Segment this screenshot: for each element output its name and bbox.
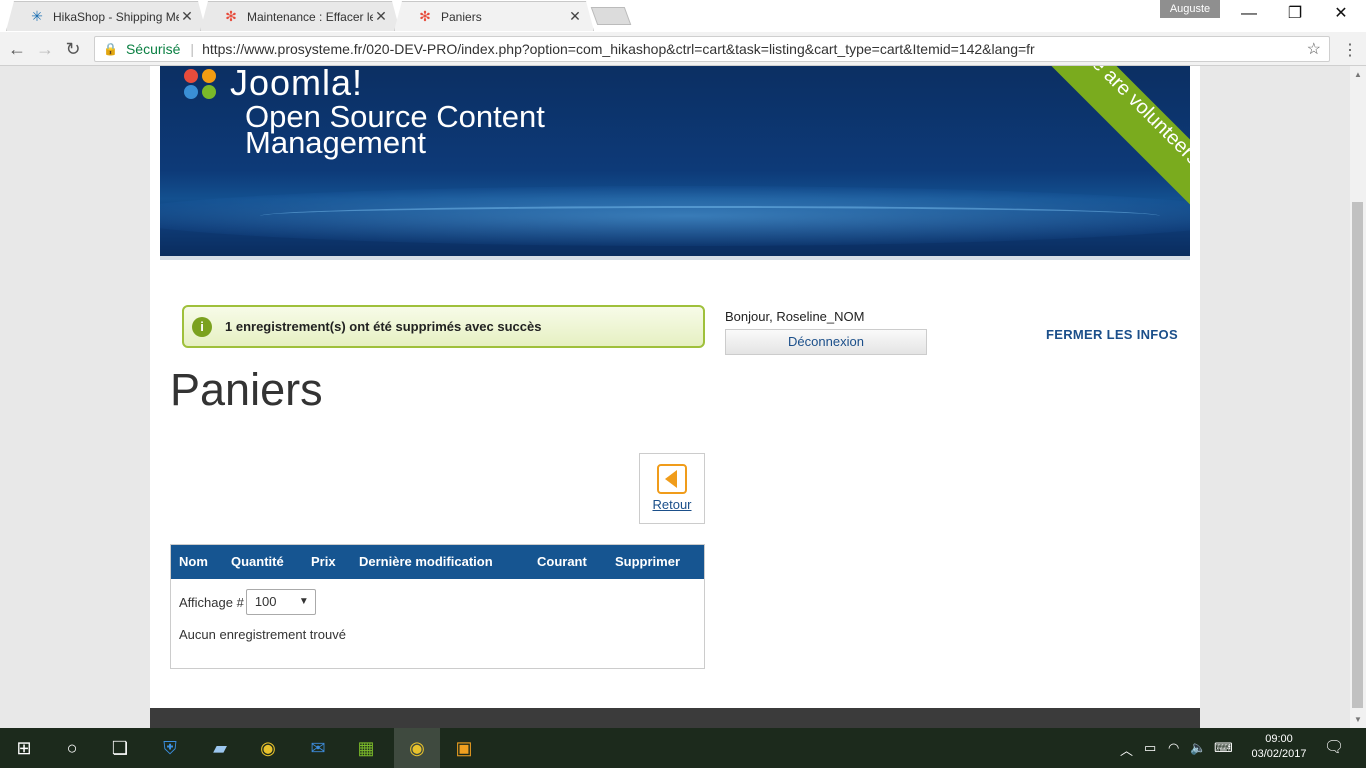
clock-date: 03/02/2017 — [1251, 748, 1307, 760]
outlook-icon[interactable]: ✉ — [306, 736, 330, 760]
tab-paniers[interactable]: ✻ Paniers ✕ — [394, 1, 594, 31]
site-tagline: Open Source Content Management — [245, 101, 545, 158]
close-tab-icon[interactable]: ✕ — [567, 8, 583, 25]
spreadsheet-icon[interactable]: ▦ — [354, 736, 378, 760]
task-view-icon[interactable]: ❏ — [108, 736, 132, 760]
back-button[interactable]: Retour — [639, 453, 705, 524]
display-label: Affichage # — [179, 594, 244, 610]
scroll-thumb[interactable] — [1352, 202, 1363, 708]
tab-maintenance[interactable]: ✻ Maintenance : Effacer le ✕ — [200, 1, 400, 31]
wifi-icon[interactable]: ◠ — [1168, 740, 1179, 756]
tab-hikashop[interactable]: ✳ HikaShop - Shipping Me ✕ — [6, 1, 206, 31]
chrome-icon[interactable]: ◉ — [256, 736, 280, 760]
volume-icon[interactable]: 🔈 — [1190, 740, 1206, 756]
computer-icon[interactable]: ▰ — [208, 736, 232, 760]
chrome-active-icon[interactable]: ◉ — [394, 728, 440, 768]
tab-title: Maintenance : Effacer le — [247, 9, 373, 24]
keyboard-icon[interactable]: ⌨ — [1214, 740, 1233, 756]
menu-icon[interactable]: ⋮ — [1342, 40, 1358, 60]
scroll-up-icon[interactable]: ▲ — [1354, 70, 1362, 79]
close-info-link[interactable]: FERMER LES INFOS — [1046, 327, 1178, 342]
close-window-icon[interactable]: ✕ — [1318, 4, 1364, 26]
address-bar[interactable]: 🔒 Sécurisé | https://www.prosysteme.fr/0… — [94, 36, 1330, 62]
dropdown-caret-icon: ▼ — [298, 596, 309, 607]
user-greeting: Bonjour, Roseline_NOM — [725, 309, 865, 324]
joomla-icon: ✻ — [419, 8, 431, 24]
page-scrollbar[interactable]: ▲ ▼ — [1350, 66, 1366, 728]
close-tab-icon[interactable]: ✕ — [179, 8, 195, 25]
secure-label: Sécurisé — [125, 41, 181, 57]
info-icon: i — [192, 316, 212, 337]
close-tab-icon[interactable]: ✕ — [373, 8, 389, 25]
bookmark-star-icon[interactable]: ☆ — [1307, 39, 1321, 59]
clock-time: 09:00 — [1265, 733, 1293, 745]
site-footer — [150, 708, 1200, 728]
profile-button[interactable]: Auguste — [1160, 0, 1220, 18]
banner-wave — [260, 206, 1160, 226]
search-icon[interactable]: ○ — [60, 736, 84, 760]
site-container: Joomla! Open Source Content Management W… — [150, 66, 1200, 728]
tab-title: Paniers — [441, 9, 482, 24]
battery-icon[interactable]: ▭ — [1144, 740, 1156, 756]
col-derniere-modification[interactable]: Dernière modification — [359, 554, 493, 569]
new-tab-button[interactable] — [590, 7, 632, 25]
studio-app-icon[interactable]: ▣ — [452, 736, 476, 760]
display-control: Affichage # 100 ▼ — [179, 589, 316, 615]
back-label: Retour — [652, 497, 692, 512]
col-nom[interactable]: Nom — [179, 554, 208, 569]
hikashop-icon: ✳ — [31, 8, 43, 24]
page-viewport: Joomla! Open Source Content Management W… — [0, 66, 1350, 728]
scroll-down-icon[interactable]: ▼ — [1354, 715, 1362, 724]
reload-icon[interactable]: ↻ — [62, 38, 84, 60]
message-text: 1 enregistrement(s) ont été supprimés av… — [225, 319, 542, 334]
logout-button[interactable]: Déconnexion — [725, 329, 927, 355]
success-message: i 1 enregistrement(s) ont été supprimés … — [182, 305, 705, 348]
col-courant[interactable]: Courant — [537, 554, 587, 569]
minimize-icon[interactable]: — — [1226, 4, 1272, 26]
tab-title: HikaShop - Shipping Me — [53, 9, 179, 24]
separator: | — [190, 41, 195, 57]
header-banner: Joomla! Open Source Content Management W… — [160, 66, 1190, 256]
col-quantite[interactable]: Quantité — [231, 554, 284, 569]
display-count-value: 100 — [254, 594, 277, 609]
col-prix[interactable]: Prix — [311, 554, 336, 569]
forward-icon[interactable]: → — [34, 38, 56, 60]
action-center-icon[interactable]: 🗨 — [1324, 737, 1344, 757]
divider — [160, 256, 1190, 260]
joomla-icon: ✻ — [225, 8, 237, 24]
browser-tabstrip: ✳ HikaShop - Shipping Me ✕ ✻ Maintenance… — [0, 0, 1366, 32]
taskbar-clock[interactable]: 09:00 03/02/2017 — [1250, 732, 1308, 762]
restore-icon[interactable]: ❐ — [1272, 4, 1318, 26]
table-header-labels: Nom Quantité Prix Dernière modification … — [170, 544, 705, 578]
lock-icon: 🔒 — [103, 42, 118, 56]
browser-toolbar: ← → ↻ 🔒 Sécurisé | https://www.prosystem… — [0, 32, 1366, 66]
empty-message: Aucun enregistrement trouvé — [179, 627, 346, 642]
col-supprimer[interactable]: Supprimer — [615, 554, 680, 569]
tray-chevron-icon[interactable]: ︿ — [1120, 740, 1133, 759]
display-count-select[interactable]: 100 ▼ — [245, 589, 316, 615]
back-arrow-icon — [657, 464, 687, 494]
joomla-logo-icon — [180, 66, 224, 103]
url-text: https://www.prosysteme.fr/020-DEV-PRO/in… — [202, 41, 1035, 57]
windows-taskbar: ⊞ ○ ❏ ⛨ ▰ ◉ ✉ ▦ ◉ ▣ ︿ ▭ ◠ 🔈 ⌨ 09:00 03/0… — [0, 728, 1366, 768]
page-title: Paniers — [170, 364, 323, 415]
defender-shield-icon[interactable]: ⛨ — [158, 736, 182, 760]
back-icon[interactable]: ← — [6, 38, 28, 60]
windows-start-icon[interactable]: ⊞ — [12, 736, 36, 760]
